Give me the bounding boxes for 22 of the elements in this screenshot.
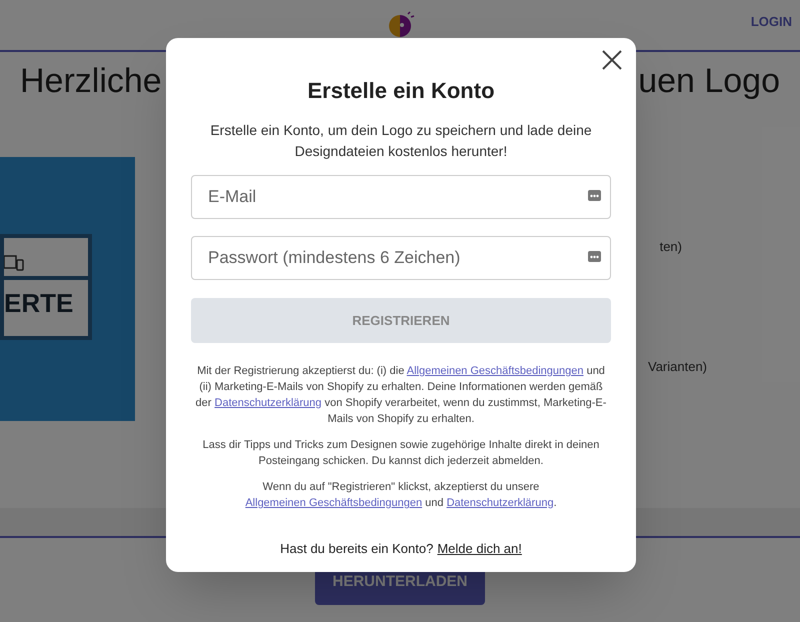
login-link[interactable]: LOGIN [750, 12, 792, 32]
login-prompt: Hast du bereits ein Konto? [280, 540, 434, 558]
legal-link[interactable]: Allgemeinen Geschäftsbedingungen [406, 365, 584, 377]
input-field[interactable]: E-Mail [191, 175, 611, 219]
devices-icon [4, 254, 24, 272]
legal-text: Lass dir Tipps und Tricks zum Designen sowie zugehörige Inhalte direkt in deinen Posteingang schicken. Du kannst dich jederzeit abmelden. [202, 438, 600, 469]
logo-text: ERTE [4, 286, 74, 320]
legal-link[interactable]: Datenschutzerklärung [214, 397, 322, 409]
page-heading: uen Logo [638, 61, 780, 102]
password-manager-icon[interactable] [588, 251, 601, 262]
legal-text: Wenn du auf "Registrieren" klickst, akzeptierst du unsere Allgemeinen Geschäftsbedingungen und Datenschutzerklärung. [244, 480, 558, 511]
legal-link[interactable]: Datenschutzerklärung [446, 497, 554, 509]
password-manager-icon[interactable] [588, 190, 601, 201]
legal-link[interactable]: Allgemeinen Geschäftsbedingungen [245, 497, 422, 509]
dialog-title: Erstelle ein Konto [307, 77, 495, 105]
signin-link[interactable]: Melde dich an! [437, 539, 522, 558]
input-field[interactable]: Passwort (mindestens 6 Zeichen) [191, 236, 611, 280]
option-label: ten) [660, 238, 682, 256]
option-label: Varianten) [648, 358, 707, 376]
dialog-subtitle: Erstelle ein Konto, um dein Logo zu speichern und lade deine Designdateien kostenlos herunter! [209, 121, 593, 161]
page-heading: Herzliche [20, 61, 162, 102]
legal-text: Mit der Registrierung akzeptierst du: (i) die Allgemeinen Geschäftsbedingungen und (ii) Marketing-E-Mails von Shopify zu erhalten. Deine Informationen werden gemäß der Datenschutzerklärung von Shopify verarbeitet, wenn du zustimmst, Marketing-E-Mails von Shopify zu erhalten. [194, 364, 608, 427]
